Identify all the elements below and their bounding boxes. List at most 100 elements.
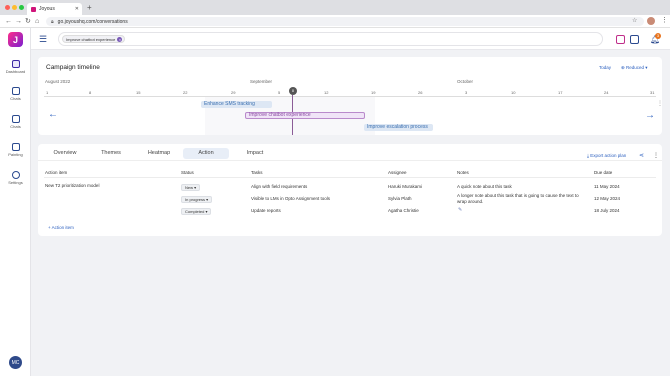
- zoom-reduced-dropdown[interactable]: ⊕ Reduced ▾: [621, 65, 648, 71]
- sidebar-item-label: Chats: [10, 96, 21, 101]
- timeline-bar-improve-chatbot-experience[interactable]: Improve chatbot experience: [245, 112, 365, 119]
- sidebar-item-dashboard[interactable]: Dashboard: [0, 56, 31, 78]
- timeline-menu-icon[interactable]: ⋮: [657, 99, 662, 109]
- assignee-cell: Haruki Murakami: [388, 184, 423, 189]
- chip-remove-icon[interactable]: ×: [117, 36, 123, 42]
- browser-profile-avatar[interactable]: [647, 17, 655, 25]
- new-tab-icon[interactable]: +: [87, 3, 92, 13]
- browser-menu-icon[interactable]: ⋮: [661, 16, 668, 24]
- column-header-assignee: Assignee: [388, 170, 407, 175]
- chat-icon: [11, 115, 20, 123]
- notification-count-badge: 3: [655, 33, 661, 39]
- tab-heatmap[interactable]: Heatmap: [142, 148, 176, 159]
- tab-impact[interactable]: Impact: [240, 148, 270, 159]
- hide-icon[interactable]: [630, 35, 639, 44]
- share-icon[interactable]: ⋖: [639, 152, 644, 159]
- filter-search-field[interactable]: Improve chatbot experience ×: [58, 32, 603, 46]
- url-text: go.joyoushq.com/conversations: [57, 18, 128, 25]
- window-minimize-button[interactable]: [12, 5, 17, 10]
- column-header-notes: Notes: [457, 170, 469, 175]
- action-item-name[interactable]: New T2 prioritization model: [45, 183, 99, 189]
- tick-label: 10: [511, 90, 516, 95]
- campaign-timeline-card: Campaign timeline Today ⊕ Reduced ▾ Augu…: [38, 57, 662, 135]
- tick-label: 31: [650, 90, 655, 95]
- reload-icon[interactable]: ↻: [25, 17, 31, 26]
- joyous-logo[interactable]: J: [8, 32, 23, 47]
- sidebar-item-label: Painting: [8, 152, 23, 157]
- timeline-title: Campaign timeline: [46, 64, 100, 71]
- due-date-cell: 18 July 2024: [594, 208, 620, 213]
- more-options-icon[interactable]: ⋮: [653, 152, 659, 159]
- zoom-label: Reduced: [626, 65, 645, 70]
- timeline-bar-improve-escalation-process[interactable]: Improve escalation process: [364, 124, 433, 131]
- status-label: New: [185, 185, 194, 190]
- action-plan-card: Overview Themes Heatmap Action Impact ⤓ …: [38, 144, 662, 236]
- status-dropdown[interactable]: New ▾: [181, 184, 201, 191]
- due-date-cell: 11 May 2024: [594, 184, 620, 189]
- tick-label: 22: [183, 90, 188, 95]
- tab-action[interactable]: Action: [183, 148, 229, 159]
- add-action-item-button[interactable]: + Action item: [48, 225, 74, 230]
- address-bar: ← → ↻ ⌂ 🔒︎ go.joyoushq.com/conversations…: [0, 15, 670, 28]
- task-cell: Align with field requirements: [251, 184, 308, 189]
- column-header-tasks: Tasks: [251, 170, 263, 175]
- tab-themes[interactable]: Themes: [96, 148, 126, 159]
- column-header-status: Status: [181, 170, 194, 175]
- timeline-prev-arrow-icon[interactable]: ←: [48, 110, 58, 120]
- note-cell[interactable]: A quick note about this task: [457, 184, 585, 190]
- tick-label: 1: [46, 90, 49, 95]
- status-label: In progress: [185, 197, 206, 202]
- sidebar-item-chats[interactable]: Chats: [0, 83, 31, 105]
- status-dropdown[interactable]: In progress ▾: [181, 196, 213, 203]
- tab-close-icon[interactable]: ✕: [75, 6, 79, 12]
- top-bar: ☰ Improve chatbot experience × 🔔︎ 3: [31, 28, 670, 50]
- window-maximize-button[interactable]: [19, 5, 24, 10]
- tab-bar: Overview Themes Heatmap Action Impact ⤓ …: [38, 144, 662, 161]
- chat-icon: [11, 87, 20, 95]
- tick-label: 24: [604, 90, 609, 95]
- forward-icon[interactable]: →: [15, 17, 22, 26]
- month-label: October: [457, 79, 474, 84]
- sidebar-item-settings[interactable]: Settings: [0, 167, 31, 189]
- edit-icon[interactable]: [616, 35, 625, 44]
- browser-tab[interactable]: Joyous ✕: [27, 3, 82, 15]
- tab-overview[interactable]: Overview: [48, 148, 82, 159]
- export-action-plan-button[interactable]: ⤓ Export action plan: [587, 153, 626, 158]
- sidebar: J Dashboard Chats Chats Painting Setting…: [0, 28, 31, 376]
- browser-tab-bar: Joyous ✕ +: [0, 0, 670, 15]
- back-icon[interactable]: ←: [5, 17, 12, 26]
- tick-label: 17: [558, 90, 563, 95]
- sidebar-item-label: Settings: [8, 180, 23, 185]
- tick-label: 3: [465, 90, 468, 95]
- column-header-due-date: Due date: [594, 170, 613, 175]
- due-date-cell: 12 May 2024: [594, 196, 621, 201]
- tick-label: 19: [371, 90, 376, 95]
- user-avatar[interactable]: MC: [9, 356, 22, 369]
- window-close-button[interactable]: [5, 5, 10, 10]
- tick-label: 12: [324, 90, 329, 95]
- status-label: Completed: [185, 209, 205, 214]
- tick-label: 29: [231, 90, 236, 95]
- tick-label: 5: [278, 90, 281, 95]
- tick-label: 26: [418, 90, 423, 95]
- filter-sliders-icon[interactable]: ☰: [39, 34, 49, 44]
- timeline-next-arrow-icon[interactable]: →: [645, 111, 655, 121]
- filter-chip[interactable]: Improve chatbot experience ×: [62, 35, 126, 43]
- tick-label: 15: [136, 90, 141, 95]
- task-cell: Visible to LMs in Opto Assignment tools: [251, 196, 330, 201]
- status-dropdown[interactable]: Completed ▾: [181, 208, 212, 215]
- today-button[interactable]: Today: [599, 65, 611, 70]
- note-cell[interactable]: A longer note about this task that is go…: [457, 193, 585, 204]
- url-field[interactable]: 🔒︎ go.joyoushq.com/conversations: [46, 17, 644, 26]
- settings-icon: [11, 171, 20, 179]
- sidebar-item-label: Chats: [10, 124, 21, 129]
- add-note-icon[interactable]: ✎: [458, 207, 462, 213]
- sidebar-item-chats-2[interactable]: Chats: [0, 111, 31, 133]
- task-cell: Update reports: [251, 208, 281, 213]
- home-icon[interactable]: ⌂: [35, 17, 39, 26]
- sidebar-item-painting[interactable]: Painting: [0, 139, 31, 161]
- today-marker: 8: [289, 87, 297, 95]
- timeline-bar-enhance-sms-tracking[interactable]: Enhance SMS tracking: [201, 101, 272, 108]
- bookmark-star-icon[interactable]: ☆: [632, 17, 637, 24]
- tick-label: 8: [89, 90, 92, 95]
